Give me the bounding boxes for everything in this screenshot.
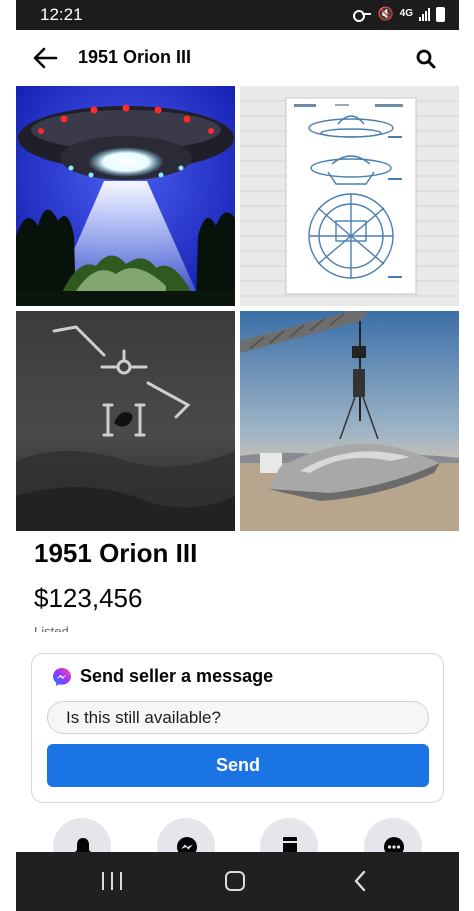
message-card-title: Send seller a message <box>80 666 274 686</box>
back-arrow-icon[interactable] <box>32 46 58 70</box>
battery-icon <box>436 6 445 22</box>
patent-drawing-photo[interactable] <box>240 86 459 306</box>
message-card-header: Send seller a message <box>52 666 273 687</box>
search-icon[interactable] <box>415 48 437 70</box>
crane-lifting-saucer-photo[interactable] <box>240 311 459 531</box>
status-bar: 12:21 🔇 4G <box>16 0 459 30</box>
recent-apps-icon[interactable] <box>102 872 122 890</box>
network-type-label: 4G <box>399 8 413 19</box>
listing-meta: Listed ... <box>34 624 84 632</box>
listing-price: $123,456 <box>34 583 143 613</box>
nav-back-icon[interactable] <box>352 869 368 893</box>
infrared-ufo-photo[interactable] <box>16 311 235 531</box>
top-app-bar: 1951 Orion III <box>16 30 459 86</box>
mute-icon: 🔇 <box>377 6 394 21</box>
listing-title: 1951 Orion III <box>34 538 198 568</box>
send-button[interactable]: Send <box>47 744 429 787</box>
app-frame: 12:21 🔇 4G 1951 Orion III 1951 Orion III… <box>16 0 459 911</box>
home-icon[interactable] <box>225 871 245 891</box>
key-icon <box>353 9 372 22</box>
message-seller-card: Send seller a message Send <box>31 653 444 803</box>
status-time: 12:21 <box>40 5 83 24</box>
message-input[interactable] <box>47 701 429 734</box>
status-icons: 🔇 4G <box>353 6 445 22</box>
system-nav-bar <box>16 852 459 911</box>
page-title: 1951 Orion III <box>78 47 192 67</box>
messenger-icon <box>53 667 71 686</box>
signal-icon <box>419 7 430 21</box>
ufo-beam-night-photo[interactable] <box>16 86 235 306</box>
